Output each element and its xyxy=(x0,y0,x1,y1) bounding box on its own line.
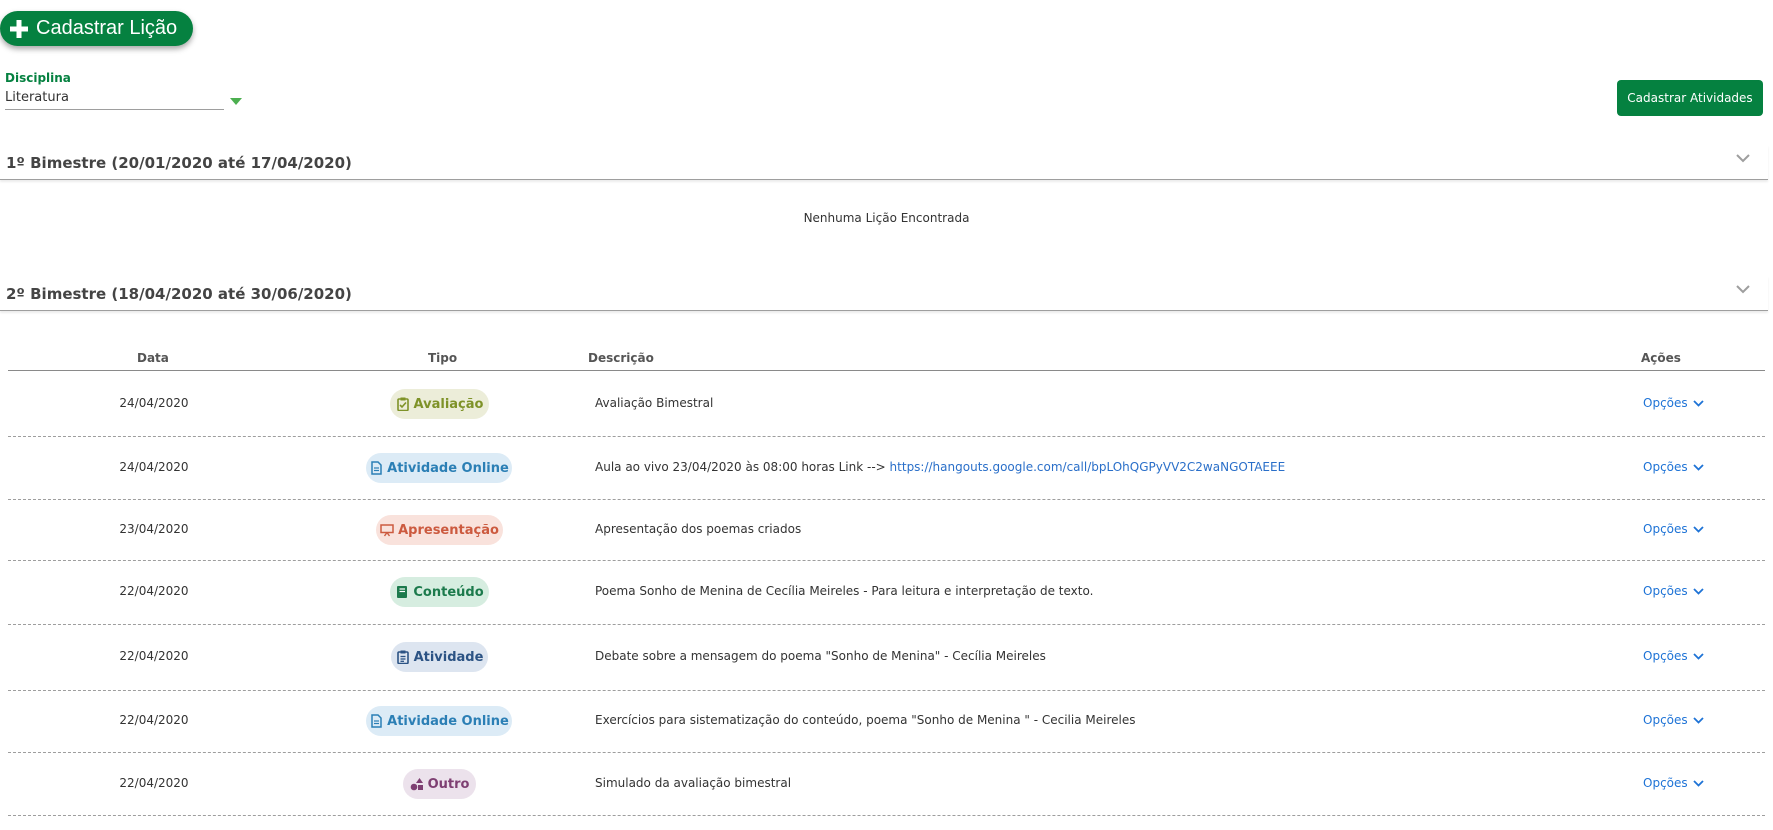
type-label: Avaliação xyxy=(413,396,484,412)
type-badge: Atividade xyxy=(391,642,488,672)
type-badge: Atividade Online xyxy=(366,453,512,483)
options-dropdown-button[interactable]: Opções xyxy=(1643,522,1704,536)
chevron-down-icon xyxy=(1693,399,1704,407)
type-badge: Outro xyxy=(403,769,476,799)
chevron-down-icon xyxy=(1693,779,1704,787)
description-text: Avaliação Bimestral xyxy=(595,396,714,410)
table-row: 24/04/2020 Avaliação Avaliação Bimestral… xyxy=(8,372,1765,437)
options-label: Opções xyxy=(1643,460,1688,474)
type-label: Atividade Online xyxy=(387,713,509,729)
row-description: Apresentação dos poemas criados xyxy=(595,522,801,536)
options-label: Opções xyxy=(1643,776,1688,790)
chevron-down-icon xyxy=(1693,525,1704,533)
clipboard-check-icon xyxy=(396,397,409,411)
description-text: Debate sobre a mensagem do poema "Sonho … xyxy=(595,649,1046,663)
dropdown-caret-icon xyxy=(230,98,242,105)
discipline-value: Literatura xyxy=(5,90,69,105)
description-text: Aula ao vivo 23/04/2020 às 08:00 horas L… xyxy=(595,460,890,474)
discipline-label: Disciplina xyxy=(5,71,71,85)
plus-icon xyxy=(10,19,28,38)
add-lesson-button[interactable]: Cadastrar Lição xyxy=(0,11,193,46)
empty-message: Nenhuma Lição Encontrada xyxy=(803,211,970,225)
table-row: 22/04/2020 Atividade Online Exercícios p… xyxy=(8,690,1765,753)
options-label: Opções xyxy=(1643,396,1688,410)
add-lesson-label: Cadastrar Lição xyxy=(36,17,178,39)
description-text: Apresentação dos poemas criados xyxy=(595,522,802,536)
chevron-down-icon xyxy=(1693,587,1704,595)
row-description: Simulado da avaliação bimestral xyxy=(595,776,791,790)
bimester-1-title: 1º Bimestre (20/01/2020 até 17/04/2020) xyxy=(6,154,352,172)
options-dropdown-button[interactable]: Opções xyxy=(1643,649,1704,663)
type-label: Atividade Online xyxy=(387,460,509,476)
row-date: 24/04/2020 xyxy=(119,396,189,410)
type-label: Atividade xyxy=(413,649,484,665)
options-dropdown-button[interactable]: Opções xyxy=(1643,396,1704,410)
table-row: 22/04/2020 Atividade Debate sobre a mens… xyxy=(8,624,1765,691)
header-actions: Ações xyxy=(1641,351,1681,365)
bimester-1-header[interactable]: 1º Bimestre (20/01/2020 até 17/04/2020) xyxy=(0,145,1768,180)
header-description: Descrição xyxy=(588,351,654,365)
discipline-select[interactable]: Literatura xyxy=(5,90,242,110)
book-icon xyxy=(397,586,408,598)
chevron-down-icon xyxy=(1736,154,1750,163)
hangouts-link[interactable]: https://hangouts.google.com/call/bpLOhQG… xyxy=(890,460,1286,474)
add-activities-button[interactable]: Cadastrar Atividades xyxy=(1617,80,1763,116)
options-dropdown-button[interactable]: Opções xyxy=(1643,460,1704,474)
document-icon xyxy=(371,714,382,728)
row-description: Poema Sonho de Menina de Cecília Meirele… xyxy=(595,584,1093,598)
chevron-down-icon xyxy=(1693,652,1704,660)
row-description: Exercícios para sistematização do conteú… xyxy=(595,713,1136,727)
bimester-2-title: 2º Bimestre (18/04/2020 até 30/06/2020) xyxy=(6,285,352,303)
options-label: Opções xyxy=(1643,713,1688,727)
clipboard-list-icon xyxy=(396,650,409,664)
row-date: 22/04/2020 xyxy=(119,649,189,663)
row-description: Debate sobre a mensagem do poema "Sonho … xyxy=(595,649,1046,663)
table-header: Data Tipo Descrição Ações xyxy=(8,351,1765,371)
description-text: Simulado da avaliação bimestral xyxy=(595,776,792,790)
table-row: 23/04/2020 Apresentação Apresentação dos… xyxy=(8,499,1765,561)
row-date: 22/04/2020 xyxy=(119,776,189,790)
header-type: Tipo xyxy=(428,351,458,365)
table-row: 22/04/2020 Conteúdo Poema Sonho de Menin… xyxy=(8,560,1765,625)
options-label: Opções xyxy=(1643,522,1688,536)
row-date: 24/04/2020 xyxy=(119,460,189,474)
row-date: 22/04/2020 xyxy=(119,713,189,727)
options-dropdown-button[interactable]: Opções xyxy=(1643,713,1704,727)
header-date: Data xyxy=(137,351,169,365)
type-label: Outro xyxy=(427,776,470,792)
type-badge: Conteúdo xyxy=(390,577,489,607)
type-badge: Atividade Online xyxy=(366,706,512,736)
row-date: 23/04/2020 xyxy=(119,522,189,536)
description-text: Poema Sonho de Menina de Cecília Meirele… xyxy=(595,584,1094,598)
row-description: Avaliação Bimestral xyxy=(595,396,713,410)
table-row: 24/04/2020 Atividade Online Aula ao vivo… xyxy=(8,436,1765,500)
description-text: Exercícios para sistematização do conteú… xyxy=(595,713,1136,727)
options-label: Opções xyxy=(1643,584,1688,598)
type-label: Apresentação xyxy=(398,522,499,538)
chevron-down-icon xyxy=(1693,716,1704,724)
presentation-icon xyxy=(380,524,394,537)
chevron-down-icon xyxy=(1736,285,1750,294)
shapes-icon xyxy=(410,778,423,791)
document-icon xyxy=(371,461,382,475)
options-dropdown-button[interactable]: Opções xyxy=(1643,776,1704,790)
options-label: Opções xyxy=(1643,649,1688,663)
bimester-2-header[interactable]: 2º Bimestre (18/04/2020 até 30/06/2020) xyxy=(0,276,1768,311)
row-description: Aula ao vivo 23/04/2020 às 08:00 horas L… xyxy=(595,460,1285,474)
type-badge: Avaliação xyxy=(390,389,489,419)
table-row: 22/04/2020 Outro Simulado da avaliação b… xyxy=(8,752,1765,816)
row-date: 22/04/2020 xyxy=(119,584,189,598)
type-label: Conteúdo xyxy=(413,584,484,600)
chevron-down-icon xyxy=(1693,463,1704,471)
options-dropdown-button[interactable]: Opções xyxy=(1643,584,1704,598)
type-badge: Apresentação xyxy=(376,515,503,545)
